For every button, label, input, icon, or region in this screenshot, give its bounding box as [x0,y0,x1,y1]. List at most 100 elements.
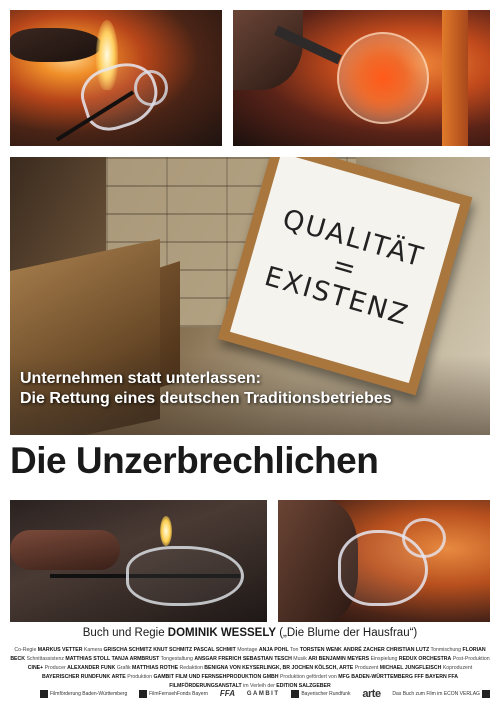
credit-name: MATTHIAS ROTHE [132,665,179,671]
furnace-pillar [442,10,468,146]
credit-name: BENIGNA VON KEYSERLINGK, BR [204,665,290,671]
credit-role: Post-Produktion [452,656,490,662]
credit-entry: FFF BAYERN [414,674,446,680]
flame-glow [160,516,172,546]
glassblower-arm [10,28,102,62]
tagline-line-1: Unternehmen statt unterlassen: [20,370,261,387]
director-prefix: Buch und Regie [82,627,165,639]
photo-workshop-center: QUALITÄT = EXISTENZ Unternehmen statt un… [10,157,490,435]
credit-role: Produzent [354,665,380,671]
credit-name: MICHAEL JUNGFLEISCH [379,665,442,671]
credit-entry: Musik ARI BENJAMIN MEYERS [293,656,369,662]
credit-role: Ton [290,647,300,653]
credit-name: MARKUS VETTER [37,647,83,653]
credit-name: FFF BAYERN [414,674,447,680]
credit-role: Co-Regie [14,647,38,653]
credit-role: Redaktion [179,665,205,671]
credit-entry: Producer ALEXANDER FUNK [45,665,116,671]
credit-entry: Montage ANJA POHL [237,647,288,653]
credit-name: ANSGAR FRERICH [194,656,242,662]
logo-econ-text: Das Buch zum Film im ECON VERLAG [392,691,480,697]
credit-name: ANJA POHL [258,647,289,653]
credit-entry: Co-Regie MARKUS VETTER [14,647,82,653]
logo-br-text: Bayerischer Rundfunk [301,691,351,697]
credit-role: Kamera [83,647,104,653]
credit-name: MATTHIAS STOLL [65,656,111,662]
tagline: Unternehmen statt unterlassen: Die Rettu… [20,369,460,409]
credit-entry: KNUT SCHMITZ [153,647,192,653]
credit-name: SEBASTIAN TESCH [242,656,292,662]
credit-entry: Schnittassistenz MATTHIAS STOLL [26,656,110,662]
credit-role: Einspielung [370,656,399,662]
credit-entry: CHRISTIAN LUTZ [386,647,429,653]
credit-name: TORSTEN WENK [299,647,342,653]
credit-name: CINE+ [27,665,44,671]
director-previous-film: („Die Blume der Hausfrau“) [279,627,418,639]
credit-role: Musik [293,656,309,662]
director-credit: Buch und Regie DOMINIK WESSELY („Die Blu… [10,627,490,639]
glass-handle [402,518,446,558]
fff-icon [139,690,148,698]
logo-fff-text: FilmFernsehFonds Bayern [149,691,209,697]
photo-glass-orb-top-right [233,10,490,146]
credit-entry: Redaktion BENIGNA VON KEYSERLINGK, BR [179,665,290,671]
film-title: Die Unzerbrechlichen [10,440,379,481]
book-icon [481,690,490,698]
credit-name: JOCHEN KÖLSCH, ARTE [291,665,354,671]
glass-handle [134,70,168,106]
logo-strip: Filmförderung Baden-Württemberg FilmFern… [40,684,490,704]
credit-name: MFG BADEN-WÜRTTEMBERG [338,674,413,680]
credit-name: ALEXANDER FUNK [67,665,116,671]
credit-name: PASCAL SCHMIT [193,647,236,653]
credit-entry: Ton TORSTEN WENK [290,647,342,653]
credit-name: KNUT SCHMITZ [153,647,193,653]
credit-name: ARTE [111,674,126,680]
photo-glassblower-top-left [10,10,222,146]
glassblower-hand [233,10,303,90]
credit-role: Produktion [127,674,154,680]
logo-ffa: FFA [219,689,235,698]
credit-entry: JOCHEN KÖLSCH, ARTE [291,665,353,671]
credit-name: GRISCHA SCHMITZ [103,647,152,653]
br-icon [291,690,300,698]
credit-entry: PASCAL SCHMIT [194,647,236,653]
credit-name: BAYERISCHER RUNDFUNK [42,674,111,680]
credit-entry: Produzent MICHAEL JUNGFLEISCH [355,665,442,671]
credit-entry: SEBASTIAN TESCH [243,656,292,662]
credit-name: ARI BENJAMIN MEYERS [308,656,370,662]
credit-role: Montage [237,647,259,653]
credit-entry: ARTE [112,674,126,680]
director-name: DOMINIK WESSELY [167,627,276,639]
glass-orb [337,32,429,124]
credit-role: Produktion gefördert von [279,674,339,680]
mfg-icon [40,690,48,698]
credit-entry: Kamera GRISCHA SCHMITZ [84,647,152,653]
glassblower-arm [10,530,120,570]
credit-entry: Produktion gefördert von MFG BADEN-WÜRTT… [280,674,413,680]
credit-entry: Tongestaltung ANSGAR FRERICH [161,656,242,662]
credit-entry: Einspielung REDUX ORCHESTRA [371,656,452,662]
credit-entry: Grafik MATTHIAS ROTHE [117,665,178,671]
credit-name: REDUX ORCHESTRA [398,656,452,662]
logo-econ: Das Buch zum Film im ECON VERLAG [392,690,490,698]
credit-name: ANDRÉ ZACHER [343,647,385,653]
credit-name: CHRISTIAN LUTZ [386,647,430,653]
credit-entry: Produktion GAMBIT FILM UND FERNSEHPRODUK… [127,674,278,680]
credit-role: Schnittassistenz [26,656,66,662]
sign-board: QUALITÄT = EXISTENZ [229,157,461,384]
credit-role: Koproduzent [442,665,473,671]
credit-entry: TANJA ARMBRUST [112,656,160,662]
logo-arte: arte [362,688,381,700]
credit-role: Tongestaltung [160,656,195,662]
tagline-line-2: Die Rettung eines deutschen Traditionsbe… [20,390,392,407]
credit-name: GAMBIT FILM UND FERNSEHPRODUKTION GMBH [153,674,279,680]
photo-glass-jug-bottom-right [278,500,490,622]
logo-fff: FilmFernsehFonds Bayern [139,690,208,698]
credit-name: TANJA ARMBRUST [111,656,160,662]
glass-vessel [126,546,244,606]
credit-role: Tonmischung [430,647,463,653]
logo-gambit: GAMBIT [246,691,280,697]
credit-role: Grafik [116,665,133,671]
credit-role: Producer [44,665,68,671]
logo-br: Bayerischer Rundfunk [291,690,351,698]
